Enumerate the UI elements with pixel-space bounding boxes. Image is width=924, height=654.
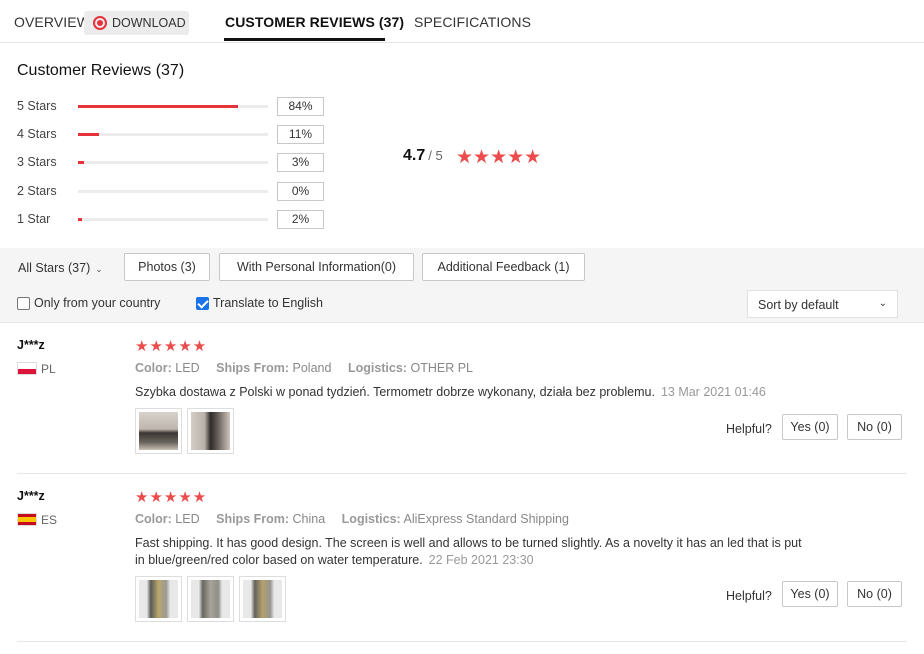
review-date: 13 Mar 2021 01:46: [660, 385, 766, 399]
tab-customer-reviews[interactable]: CUSTOMER REVIEWS (37): [225, 14, 404, 30]
helpful-no-button[interactable]: No (0): [847, 414, 902, 440]
helpful-yes-button[interactable]: Yes (0): [782, 581, 838, 607]
review-photo-thumbnail[interactable]: [135, 576, 182, 622]
spain-flag-icon: [17, 513, 37, 526]
reviewer-country: PL: [41, 362, 56, 376]
reviewer-country: ES: [41, 513, 58, 527]
photo-image-icon: [243, 580, 282, 618]
rating-percent: 11%: [277, 125, 324, 144]
download-label: DOWNLOAD: [112, 16, 186, 30]
review-attributes: Color: LED Ships From: China Logistics: …: [135, 512, 582, 526]
photo-image-icon: [139, 412, 178, 450]
helpful-yes-button[interactable]: Yes (0): [782, 414, 838, 440]
average-rating-max: / 5: [428, 148, 443, 163]
rating-bar-fill: [78, 218, 82, 221]
tab-overview[interactable]: OVERVIEW: [14, 14, 90, 30]
review-stars-icon: ★★★★★: [135, 338, 208, 355]
review-divider: [17, 473, 907, 474]
photo-image-icon: [191, 580, 230, 618]
review-divider: [17, 641, 907, 642]
average-rating: 4.7/ 5: [403, 147, 443, 165]
review-filters: All Stars (37) ⌄ Photos (3) With Personal…: [0, 248, 924, 323]
attr-logistics-value: AliExpress Standard Shipping: [403, 512, 569, 526]
review-photo-thumbnail[interactable]: [187, 408, 234, 454]
translate-checkbox[interactable]: [196, 297, 209, 310]
rating-label: 4 Stars: [17, 127, 57, 141]
rating-row-1[interactable]: 1 Star 2%: [17, 210, 337, 230]
rating-percent: 3%: [277, 153, 324, 172]
reviewer-name: J***z: [17, 338, 45, 352]
attr-logistics-key: Logistics:: [341, 512, 401, 526]
helpful-no-button[interactable]: No (0): [847, 581, 902, 607]
rating-row-2[interactable]: 2 Stars 0%: [17, 182, 337, 202]
download-app-icon: [93, 16, 107, 30]
review-photo-thumbnail[interactable]: [239, 576, 286, 622]
filter-personal-info-button[interactable]: With Personal Information(0): [219, 253, 414, 281]
average-rating-value: 4.7: [403, 147, 426, 164]
photo-image-icon: [191, 412, 230, 450]
translate-label: Translate to English: [213, 296, 324, 310]
chevron-down-icon: ⌄: [95, 264, 103, 274]
only-country-checkbox[interactable]: [17, 297, 30, 310]
rating-bar-track: [78, 105, 268, 108]
rating-row-3[interactable]: 3 Stars 3%: [17, 153, 337, 173]
attr-color-value: LED: [175, 361, 200, 375]
attr-ships-key: Ships From:: [216, 512, 290, 526]
helpful-label: Helpful?: [726, 422, 772, 436]
rating-bar-track: [78, 161, 268, 164]
rating-percent: 84%: [277, 97, 324, 116]
download-button[interactable]: DOWNLOAD: [84, 11, 189, 35]
rating-label: 2 Stars: [17, 184, 57, 198]
poland-flag-icon: [17, 362, 37, 375]
rating-bar-track: [78, 190, 268, 193]
review-text: Fast shipping. It has good design. The s…: [135, 535, 805, 569]
attr-color-value: LED: [175, 512, 200, 526]
rating-percent: 2%: [277, 210, 324, 229]
filter-additional-feedback-button[interactable]: Additional Feedback (1): [422, 253, 585, 281]
sort-select[interactable]: Sort by default ⌄: [747, 290, 898, 318]
reviewer-name: J***z: [17, 489, 45, 503]
attr-color-key: Color:: [135, 512, 172, 526]
rating-bar-track: [78, 218, 268, 221]
all-stars-label: All Stars (37): [18, 261, 91, 275]
attr-ships-value: China: [292, 512, 326, 526]
review-stars-icon: ★★★★★: [135, 489, 208, 506]
review-text: Szybka dostawa z Polski w ponad tydzień.…: [135, 384, 805, 401]
review-date: 22 Feb 2021 23:30: [428, 553, 534, 567]
review-body: Szybka dostawa z Polski w ponad tydzień.…: [135, 385, 655, 399]
reviews-summary-title: Customer Reviews (37): [17, 62, 185, 79]
sort-label: Sort by default: [758, 298, 839, 312]
tab-bar: OVERVIEW DOWNLOAD CUSTOMER REVIEWS (37) …: [0, 0, 924, 43]
helpful-label: Helpful?: [726, 589, 772, 603]
filter-photos-button[interactable]: Photos (3): [124, 253, 210, 281]
attr-color-key: Color:: [135, 361, 172, 375]
review-attributes: Color: LED Ships From: Poland Logistics:…: [135, 361, 486, 375]
rating-bar-track: [78, 133, 268, 136]
review-photo-thumbnail[interactable]: [135, 408, 182, 454]
review-photo-thumbnail[interactable]: [187, 576, 234, 622]
photo-image-icon: [139, 580, 178, 618]
attr-logistics-key: Logistics:: [347, 361, 407, 375]
rating-percent: 0%: [277, 182, 324, 201]
only-country-label: Only from your country: [34, 296, 161, 310]
rating-row-5[interactable]: 5 Stars 84%: [17, 97, 337, 117]
tab-specifications[interactable]: SPECIFICATIONS: [414, 14, 531, 30]
attr-ships-key: Ships From:: [216, 361, 290, 375]
rating-label: 5 Stars: [17, 99, 57, 113]
rating-row-4[interactable]: 4 Stars 11%: [17, 125, 337, 145]
all-stars-dropdown[interactable]: All Stars (37) ⌄: [18, 261, 103, 275]
attr-ships-value: Poland: [292, 361, 332, 375]
rating-label: 1 Star: [17, 212, 51, 226]
rating-bar-fill: [78, 105, 238, 108]
average-stars-icon: ★★★★★: [456, 147, 542, 168]
rating-label: 3 Stars: [17, 155, 57, 169]
rating-bar-fill: [78, 161, 84, 164]
attr-logistics-value: OTHER PL: [410, 361, 473, 375]
rating-bar-fill: [78, 133, 99, 136]
active-tab-indicator: [224, 38, 385, 41]
chevron-down-icon: ⌄: [878, 298, 887, 309]
